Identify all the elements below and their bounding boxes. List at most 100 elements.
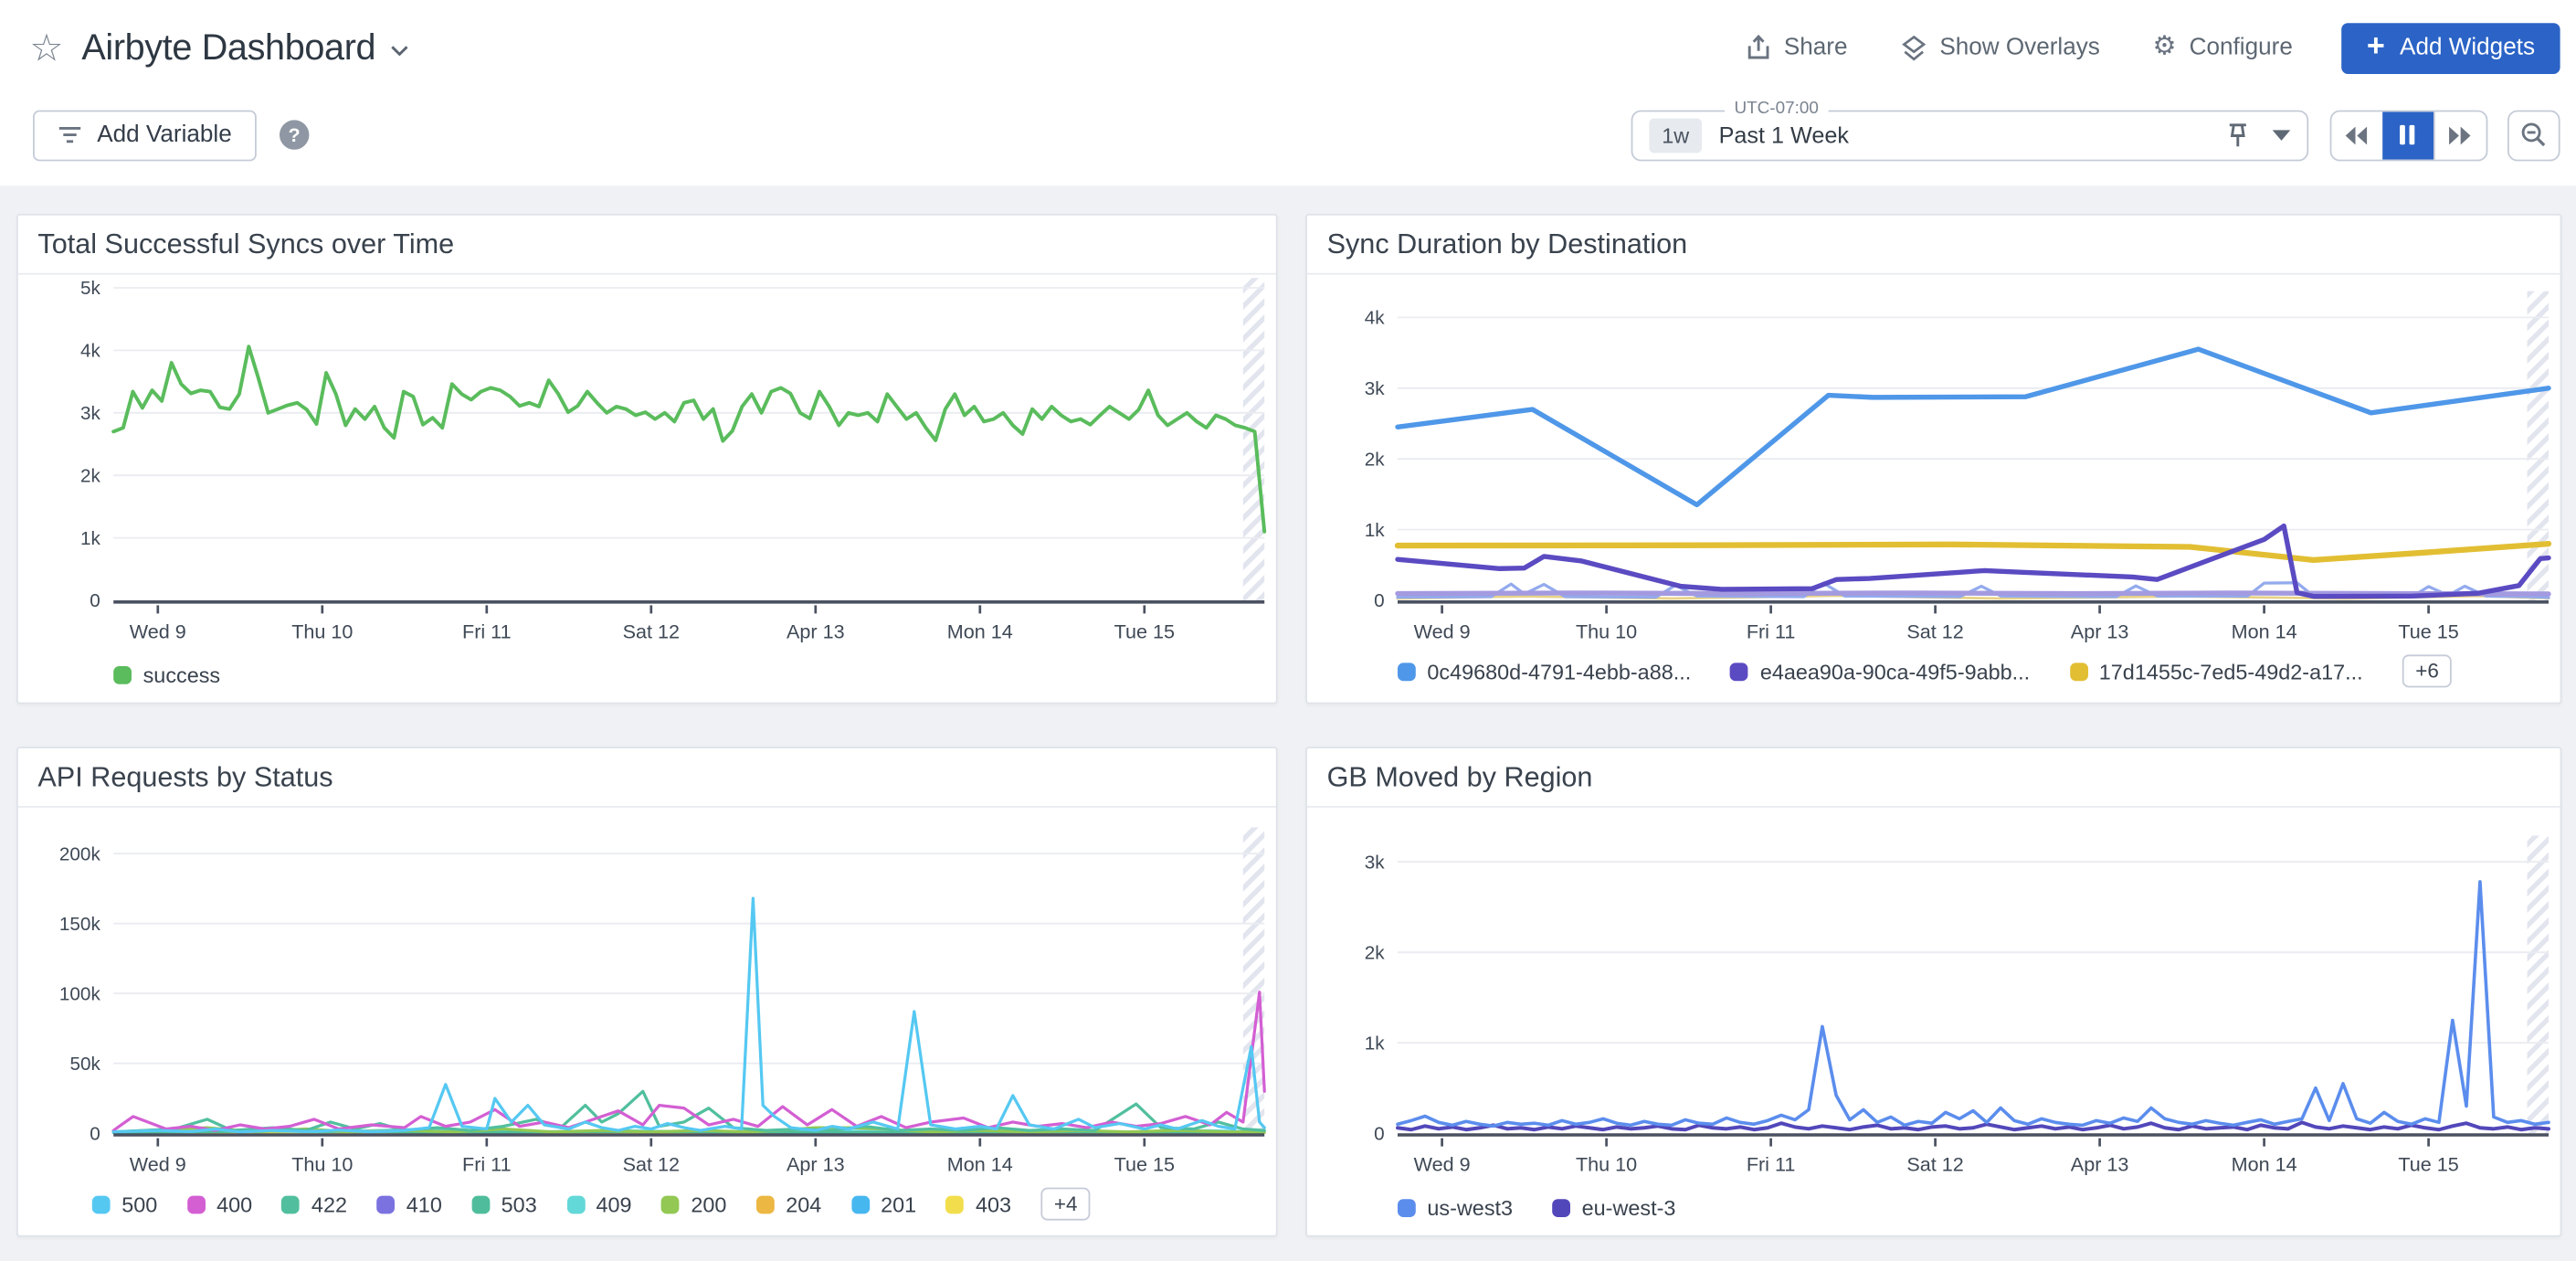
x-axis-label: Mon 14 [2232, 1153, 2297, 1176]
legend-label: us-west3 [1427, 1196, 1513, 1221]
x-axis-label: Fri 11 [1747, 620, 1796, 642]
time-range-selector[interactable]: UTC-07:00 1w Past 1 Week [1631, 110, 2308, 161]
legend-label: 500 [121, 1192, 157, 1216]
legend-swatch [113, 666, 132, 684]
x-axis-label: Wed 9 [1414, 1153, 1471, 1176]
x-axis-label: Tue 15 [1114, 620, 1175, 642]
pause-button[interactable] [2382, 111, 2433, 159]
configure-button[interactable]: ⚙ Configure [2152, 35, 2292, 61]
legend-swatch [376, 1195, 395, 1213]
legend-swatch [187, 1195, 206, 1213]
legend-label: 503 [501, 1192, 537, 1216]
timezone-label: UTC-07:00 [1725, 98, 1829, 118]
zoom-out-button[interactable] [2507, 110, 2560, 161]
x-axis-label: Tue 15 [2398, 620, 2458, 642]
future-hatch-region [2528, 835, 2549, 1133]
series-line-500 [113, 898, 1264, 1132]
legend-more-chip[interactable]: +4 [1040, 1188, 1090, 1221]
configure-label: Configure [2190, 35, 2293, 61]
x-axis-label: Apr 13 [787, 620, 845, 642]
legend-label: 400 [216, 1192, 252, 1216]
legend-item[interactable]: e4aea90a-90ca-49f5-9abb... [1730, 659, 2030, 683]
x-axis-label: Sat 12 [623, 1153, 680, 1176]
dashboard-grid: Total Successful Syncs over Time 01k2k3k… [0, 185, 2576, 1261]
widget-gb-moved-by-region: GB Moved by Region 01k2k3kWed 9Thu 10Fri… [1305, 747, 2561, 1236]
pin-icon[interactable] [2226, 121, 2249, 149]
legend-item[interactable]: 500 [92, 1192, 157, 1216]
widget-body: 01k2k3kWed 9Thu 10Fri 11Sat 12Apr 13Mon … [1307, 808, 2560, 1235]
y-axis-label: 3k [1365, 378, 1386, 399]
legend-item[interactable]: 17d1455c-7ed5-49d2-a17... [2069, 659, 2362, 683]
x-axis-label: Mon 14 [947, 1153, 1013, 1176]
legend-item[interactable]: 503 [471, 1192, 536, 1216]
y-axis-label: 3k [80, 403, 101, 424]
chart-canvas-gb-moved: 01k2k3kWed 9Thu 10Fri 11Sat 12Apr 13Mon … [1307, 808, 2560, 1235]
legend-item[interactable]: success [113, 662, 220, 687]
legend-item[interactable]: 422 [282, 1192, 347, 1216]
series-line-success [113, 346, 1264, 532]
favorite-star-icon[interactable]: ☆ [29, 29, 63, 67]
legend-label: e4aea90a-90ca-49f5-9abb... [1760, 659, 2030, 683]
y-axis-label: 1k [1365, 1033, 1386, 1054]
show-overlays-button[interactable]: Show Overlays [1900, 34, 2100, 62]
legend-item[interactable]: 200 [661, 1192, 726, 1216]
legend-swatch [471, 1195, 490, 1213]
y-axis-label: 2k [1365, 942, 1386, 963]
x-axis-label: Fri 11 [1747, 1153, 1796, 1176]
time-range-label: Past 1 Week [1719, 122, 1849, 148]
add-widgets-button[interactable]: + Add Widgets [2342, 22, 2560, 73]
widget-sync-duration-by-destination: Sync Duration by Destination 01k2k3k4kWe… [1305, 214, 2561, 704]
chart-legend: 500 400 422 410 503 409 200 204 201 403 +4 [92, 1188, 1091, 1221]
future-hatch-region [2528, 291, 2549, 600]
show-overlays-label: Show Overlays [1939, 35, 2100, 61]
legend-item[interactable]: 409 [566, 1192, 631, 1216]
legend-item[interactable]: eu-west-3 [1552, 1196, 1675, 1221]
widget-body: 01k2k3k4kWed 9Thu 10Fri 11Sat 12Apr 13Mo… [1307, 275, 2560, 703]
legend-label: 17d1455c-7ed5-49d2-a17... [2099, 659, 2363, 683]
y-axis-label: 200k [59, 843, 101, 864]
x-axis-label: Wed 9 [1414, 620, 1471, 642]
legend-item[interactable]: 201 [851, 1192, 916, 1216]
legend-swatch [661, 1195, 680, 1213]
time-range-chip[interactable]: 1w [1649, 118, 1703, 153]
legend-item[interactable]: 0c49680d-4791-4ebb-a88... [1398, 659, 1691, 683]
header-row-bottom: Add Variable ? UTC-07:00 1w Past 1 Week [0, 95, 2576, 174]
chart-legend: 0c49680d-4791-4ebb-a88... e4aea90a-90ca-4… [1398, 654, 2452, 687]
share-icon [1746, 35, 1770, 61]
time-forward-button[interactable] [2433, 111, 2486, 159]
x-axis-label: Tue 15 [1114, 1153, 1175, 1176]
legend-item[interactable]: us-west3 [1398, 1196, 1513, 1221]
widget-title: GB Moved by Region [1307, 748, 2560, 808]
x-axis-label: Sat 12 [1906, 620, 1963, 642]
legend-swatch [756, 1195, 775, 1213]
legend-swatch [2069, 662, 2087, 681]
gear-icon: ⚙ [2152, 35, 2176, 61]
legend-item[interactable]: 400 [187, 1192, 252, 1216]
legend-swatch [566, 1195, 585, 1213]
header-row-top: ☆ Airbyte Dashboard Share Show Overlays … [0, 0, 2576, 95]
x-axis-label: Apr 13 [2071, 620, 2129, 642]
chart-canvas-sync-duration: 01k2k3k4kWed 9Thu 10Fri 11Sat 12Apr 13Mo… [1307, 275, 2560, 703]
legend-item[interactable]: 204 [756, 1192, 821, 1216]
x-axis-label: Tue 15 [2398, 1153, 2458, 1176]
share-button[interactable]: Share [1746, 35, 1847, 61]
legend-swatch [92, 1195, 111, 1213]
legend-swatch [851, 1195, 870, 1213]
x-axis-label: Wed 9 [130, 620, 186, 642]
x-axis-label: Sat 12 [623, 620, 680, 642]
legend-item[interactable]: 410 [376, 1192, 441, 1216]
add-variable-button[interactable]: Add Variable [33, 110, 257, 161]
series-line-0c49680d-4791-4ebb-a88... [1398, 349, 2549, 504]
x-axis-label: Thu 10 [1576, 620, 1637, 642]
time-backward-button[interactable] [2331, 111, 2382, 159]
y-axis-label: 1k [80, 528, 101, 549]
legend-item[interactable]: 403 [946, 1192, 1011, 1216]
widget-total-successful-syncs: Total Successful Syncs over Time 01k2k3k… [16, 214, 1278, 704]
caret-down-icon[interactable] [2272, 129, 2290, 141]
legend-label: 410 [406, 1192, 442, 1216]
chevron-down-icon[interactable] [390, 45, 410, 58]
help-icon[interactable]: ? [280, 120, 309, 149]
x-axis-label: Apr 13 [787, 1153, 845, 1176]
x-axis-label: Apr 13 [2071, 1153, 2129, 1176]
legend-more-chip[interactable]: +6 [2402, 654, 2452, 687]
